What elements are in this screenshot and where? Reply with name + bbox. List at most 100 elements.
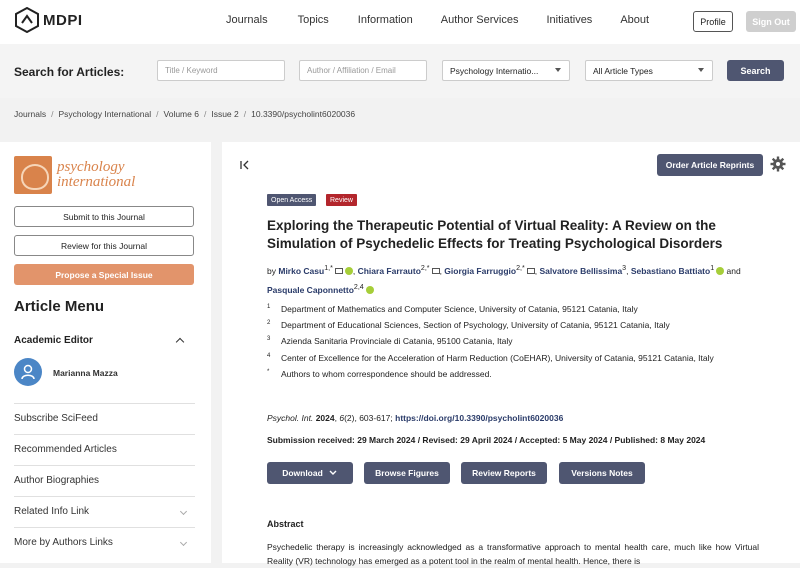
affiliation-text: Authors to whom correspondence should be… [281, 368, 492, 379]
article-title: Exploring the Therapeutic Potential of V… [267, 218, 723, 251]
open-access-badge: Open Access [267, 194, 317, 206]
review-reports-button[interactable]: Review Reports [461, 462, 547, 484]
menu-subscribe-scifeed[interactable]: Subscribe SciFeed [14, 403, 195, 434]
author-list: by Mirko Casu1,*, Chiara Farrauto2,*, Gi… [267, 264, 741, 295]
menu-item-label: More by Authors Links [14, 537, 113, 548]
abstract-heading: Abstract [267, 519, 304, 529]
search-bar: Search for Articles: Title / Keyword Aut… [0, 44, 800, 98]
journal-name-line2: international [57, 174, 136, 190]
editor-name[interactable]: Marianna Mazza [53, 368, 118, 378]
affiliation-num: 1 [267, 304, 271, 310]
nav-journals[interactable]: Journals [226, 14, 268, 26]
affiliation-text: Center of Excellence for the Acceleratio… [281, 352, 714, 363]
email-icon[interactable] [526, 267, 535, 274]
nav-information[interactable]: Information [358, 14, 413, 26]
author-sup: 2,4 [353, 282, 364, 291]
menu-related-info-link[interactable]: Related Info Link [14, 496, 195, 527]
browse-figures-button[interactable]: Browse Figures [364, 462, 450, 484]
submission-dates: Submission received: 29 March 2024 / Rev… [267, 435, 706, 445]
order-reprints-button[interactable]: Order Article Reprints [657, 154, 763, 176]
breadcrumb-doi: 10.3390/psycholint6020036 [251, 109, 356, 119]
author-sup: 1 [710, 264, 715, 272]
journal-logo[interactable]: psychology international [14, 156, 135, 194]
affiliation: 2 Department of Educational Sciences, Sec… [267, 317, 757, 333]
journal-name-line1: psychology [57, 159, 125, 175]
breadcrumb-issue[interactable]: Issue 2 [211, 109, 238, 119]
breadcrumb: Journals / Psychology International / Vo… [14, 109, 356, 119]
affiliation-num: 4 [267, 352, 271, 359]
menu-item-label: Author Biographies [14, 475, 100, 486]
author-sup: 3 [622, 264, 627, 272]
chevron-down-icon [179, 538, 188, 547]
affiliation-text: Azienda Sanitaria Provinciale di Catania… [281, 336, 513, 347]
download-button[interactable]: Download [267, 462, 353, 484]
author-link[interactable]: Chiara Farrauto [358, 266, 421, 276]
orcid-icon[interactable] [716, 266, 725, 275]
article-type-select[interactable]: All Article Types [585, 60, 713, 81]
doi-link[interactable]: https://doi.org/10.3390/psycholint602003… [395, 413, 563, 423]
and-label: and [726, 265, 741, 276]
mdpi-hexagon-icon [15, 7, 39, 33]
nav-author-services[interactable]: Author Services [441, 14, 519, 26]
versions-notes-button[interactable]: Versions Notes [559, 462, 645, 484]
download-label: Download [282, 468, 323, 478]
propose-special-issue-button[interactable]: Propose a Special Issue [14, 264, 194, 285]
breadcrumb-journals[interactable]: Journals [14, 109, 46, 119]
author-link[interactable]: Pasquale Caponnetto [267, 285, 354, 295]
author-link[interactable]: Salvatore Bellissima [539, 266, 622, 276]
journal-select-value: Psychology Internatio... [450, 65, 539, 76]
main-menu: Journals Topics Information Author Servi… [226, 14, 649, 26]
menu-item-label: Subscribe SciFeed [14, 413, 98, 424]
nav-initiatives[interactable]: Initiatives [546, 14, 592, 26]
email-icon[interactable] [431, 267, 440, 274]
breadcrumb-journal[interactable]: Psychology International [59, 109, 152, 119]
affiliation: * Authors to whom correspondence should b… [267, 366, 757, 382]
by-label: by [267, 265, 276, 276]
orcid-icon[interactable] [344, 266, 353, 275]
affiliation: 1 Department of Mathematics and Computer … [267, 301, 757, 317]
chevron-up-icon[interactable] [175, 337, 185, 347]
chevron-down-icon [179, 507, 188, 516]
sidebar: psychology international Submit to this … [0, 142, 211, 563]
author-link[interactable]: Giorgia Farruggio [444, 266, 516, 276]
user-icon [21, 364, 35, 380]
academic-editor-heading[interactable]: Academic Editor [14, 335, 93, 346]
article-menu-title: Article Menu [14, 298, 105, 315]
profile-button[interactable]: Profile [693, 11, 733, 32]
email-icon[interactable] [334, 267, 343, 274]
submit-journal-button[interactable]: Submit to this Journal [14, 206, 194, 227]
nav-about[interactable]: About [620, 14, 649, 26]
menu-item-label: Related Info Link [14, 506, 90, 517]
mdpi-logo[interactable]: MDPI [14, 7, 83, 33]
menu-more-by-authors[interactable]: More by Authors Links [14, 527, 195, 558]
journal-select[interactable]: Psychology Internatio... [442, 60, 570, 81]
author-sup: 2,* [420, 264, 430, 272]
mdpi-logo-text: MDPI [43, 11, 83, 29]
abstract-text: Psychedelic therapy is increasingly ackn… [267, 542, 759, 566]
chevron-down-icon [555, 68, 561, 72]
menu-item-label: Recommended Articles [14, 444, 117, 455]
affiliation-num: 3 [267, 336, 271, 343]
author-affiliation-input[interactable]: Author / Affiliation / Email [299, 60, 427, 81]
citation: Psychol. Int. 2024, 6(2), 603-617; https… [267, 413, 564, 423]
nav-topics[interactable]: Topics [298, 14, 329, 26]
chevron-down-icon [698, 68, 704, 72]
menu-recommended-articles[interactable]: Recommended Articles [14, 434, 195, 465]
search-button[interactable]: Search [727, 60, 784, 81]
collapse-sidebar-icon[interactable] [240, 159, 250, 173]
gear-icon[interactable] [770, 156, 786, 172]
sign-out-button[interactable]: Sign Out [746, 11, 796, 32]
author-link[interactable]: Sebastiano Battiato [631, 266, 710, 276]
orcid-icon[interactable] [365, 285, 374, 294]
breadcrumb-volume[interactable]: Volume 6 [164, 109, 199, 119]
affiliations: 1 Department of Mathematics and Computer … [267, 301, 757, 382]
article-main: Order Article Reprints Open Access Revie… [222, 142, 800, 566]
chevron-down-icon [329, 470, 337, 475]
author-link[interactable]: Mirko Casu [278, 266, 324, 276]
title-keyword-input[interactable]: Title / Keyword [157, 60, 285, 81]
search-label: Search for Articles: [14, 65, 125, 79]
review-journal-button[interactable]: Review for this Journal [14, 235, 194, 256]
affiliation: 3 Azienda Sanitaria Provinciale di Catani… [267, 333, 757, 349]
menu-author-biographies[interactable]: Author Biographies [14, 465, 195, 496]
author-sup: 2,* [516, 264, 525, 272]
